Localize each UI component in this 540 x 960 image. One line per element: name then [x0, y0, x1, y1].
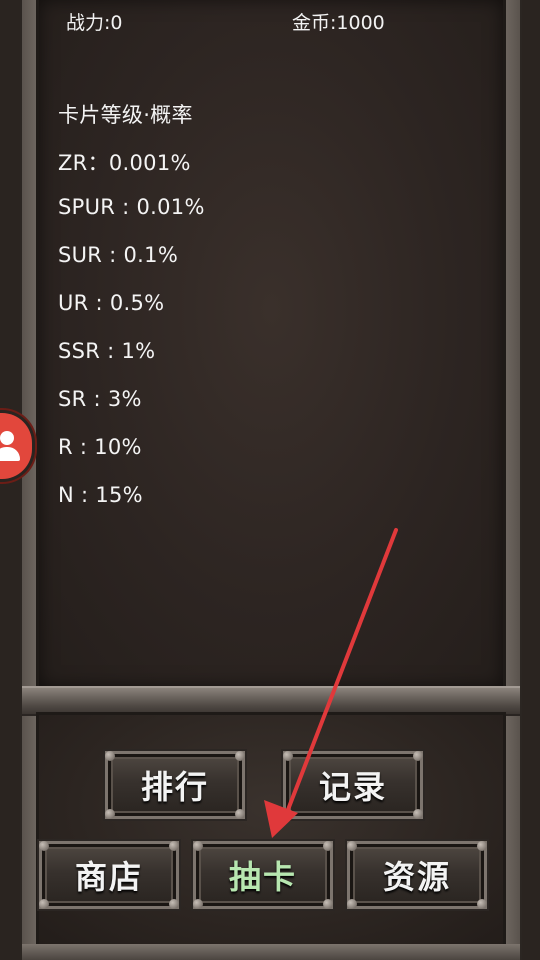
rate-item-r: R : 10%: [58, 435, 142, 459]
rank-button[interactable]: 排行: [105, 751, 245, 819]
rate-item-n: N : 15%: [58, 483, 143, 507]
rates-title: 卡片等级·概率: [58, 103, 193, 127]
rate-item-ssr: SSR : 1%: [58, 339, 156, 363]
frame-base: [22, 944, 520, 960]
rate-item-sur: SUR : 0.1%: [58, 243, 179, 267]
power-label: 战力:0: [66, 12, 123, 34]
rate-item-sr: SR : 3%: [58, 387, 142, 411]
rate-item-spur: SPUR : 0.01%: [58, 195, 205, 219]
gold-label: 金币:1000: [292, 12, 385, 34]
rate-item-ur: UR : 0.5%: [58, 291, 165, 315]
shop-button[interactable]: 商店: [39, 841, 179, 909]
rate-item-zr: ZR：0.001%: [58, 151, 191, 175]
rank-button-label: 排行: [140, 768, 209, 806]
menu-panel: [36, 712, 506, 948]
resource-button[interactable]: 资源: [347, 841, 487, 909]
record-button[interactable]: 记录: [283, 751, 423, 819]
shop-button-label: 商店: [74, 858, 143, 896]
draw-card-button[interactable]: 抽卡: [193, 841, 333, 909]
draw-card-button-label: 抽卡: [228, 858, 297, 896]
resource-button-label: 资源: [382, 858, 451, 896]
record-button-label: 记录: [318, 768, 387, 806]
